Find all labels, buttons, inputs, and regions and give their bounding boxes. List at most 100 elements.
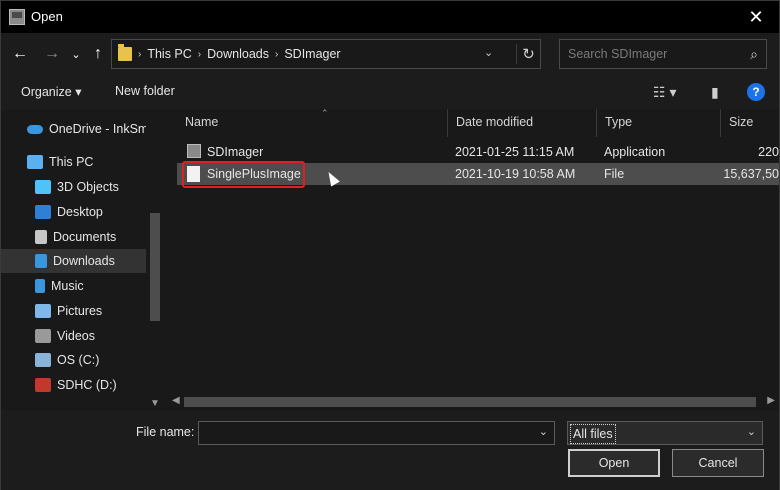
column-header-label: Date modified <box>456 115 534 129</box>
dialog-footer: File name: ⌄ All files ⌄ Open Cancel <box>1 411 779 490</box>
title-bar: Open ✕ <box>1 1 779 33</box>
drive-icon <box>35 353 51 367</box>
navigation-bar: ← → ⌄ ↑ › This PC › Downloads › SDImager… <box>1 33 779 75</box>
sidebar-item-label: Documents <box>53 230 117 244</box>
column-header-date-modified[interactable]: Date modified <box>448 109 597 137</box>
new-folder-button[interactable]: New folder <box>115 84 175 98</box>
command-toolbar: Organize ▾ New folder ☷ ▾ ▮ ? <box>1 75 779 109</box>
folder-icon <box>118 44 132 61</box>
sidebar-item-onedrive[interactable]: OneDrive - InkSm <box>1 117 146 141</box>
breadcrumb-sdimager[interactable]: SDImager <box>284 47 340 61</box>
download-icon <box>35 254 47 268</box>
close-button[interactable]: ✕ <box>733 1 779 33</box>
file-type-filter-select[interactable]: All files ⌄ <box>567 421 763 445</box>
column-header-name[interactable]: ⌃ Name <box>177 109 448 137</box>
file-size: 15,637,50 <box>723 167 779 181</box>
column-header-label: Type <box>605 115 633 129</box>
sidebar-item-label: OneDrive - InkSm <box>49 122 146 136</box>
address-dropdown-icon[interactable]: ⌄ <box>484 46 493 59</box>
cloud-icon <box>27 124 43 134</box>
scroll-down-icon[interactable]: ▼ <box>150 398 160 409</box>
sidebar-item-label: Pictures <box>57 304 103 318</box>
scrollbar-thumb[interactable] <box>184 397 756 407</box>
chevron-right-icon: › <box>197 48 202 60</box>
computer-icon <box>27 155 43 169</box>
scroll-left-icon[interactable]: ◀ <box>172 395 180 406</box>
sidebar-item-desktop[interactable]: Desktop <box>1 200 146 224</box>
column-header-size[interactable]: Size <box>721 109 779 137</box>
refresh-icon[interactable]: ↻ <box>516 44 540 64</box>
column-header-label: Size <box>729 115 754 129</box>
sidebar-item-pictures[interactable]: Pictures <box>1 299 146 323</box>
file-date: 2021-01-25 11:15 AM <box>455 145 575 159</box>
up-arrow-icon[interactable]: ↑ <box>87 43 109 65</box>
sidebar-item-label: This PC <box>49 155 94 169</box>
breadcrumb-downloads[interactable]: Downloads <box>207 47 269 61</box>
file-type: Application <box>604 145 666 159</box>
file-name: SDImager <box>207 145 264 159</box>
search-input[interactable]: Search SDImager ⌕ <box>559 39 767 69</box>
back-arrow-icon[interactable]: ← <box>9 43 31 65</box>
forward-arrow-icon[interactable]: → <box>41 43 63 65</box>
desktop-icon <box>35 205 51 219</box>
sidebar-item-label: SDHC (D:) <box>57 378 117 392</box>
sidebar-item-downloads[interactable]: Downloads <box>1 249 146 273</box>
selection-highlight-box <box>182 161 305 188</box>
navigation-scrollbar[interactable]: ▼ <box>148 109 162 411</box>
document-icon <box>35 230 47 244</box>
chevron-right-icon: › <box>274 48 279 60</box>
file-date: 2021-10-19 10:58 AM <box>455 167 576 181</box>
sidebar-item-music[interactable]: Music <box>1 274 146 298</box>
cube-icon <box>35 180 51 194</box>
window-title: Open <box>31 9 63 24</box>
file-row-sdimager[interactable]: SDImager 2021-01-25 11:15 AM Application… <box>177 141 779 163</box>
search-placeholder: Search SDImager <box>568 47 668 61</box>
sidebar-item-label: Videos <box>57 329 95 343</box>
sidebar-item-label: Desktop <box>57 205 103 219</box>
sidebar-item-3d-objects[interactable]: 3D Objects <box>1 175 146 199</box>
sidebar-item-label: 3D Objects <box>57 180 119 194</box>
pictures-icon <box>35 304 51 318</box>
recent-locations-chevron-icon[interactable]: ⌄ <box>65 43 87 65</box>
sidebar-item-label: OS (C:) <box>57 353 100 367</box>
change-view-icon[interactable]: ☷ ▾ <box>653 84 676 101</box>
column-header-label: Name <box>185 115 219 129</box>
file-name-label: File name: <box>136 425 195 439</box>
navigation-pane: OneDrive - InkSm This PC 3D Objects Desk… <box>1 109 164 411</box>
open-dialog: Open ✕ ← → ⌄ ↑ › This PC › Downloads › S… <box>0 0 780 490</box>
chevron-down-icon[interactable]: ⌄ <box>747 425 756 438</box>
file-type-filter-value: All files <box>570 424 616 444</box>
sidebar-item-sdhc-d[interactable]: SDHC (D:) <box>1 373 146 397</box>
sidebar-item-videos[interactable]: Videos <box>1 324 146 348</box>
horizontal-scrollbar[interactable]: ◀ ▶ <box>164 393 779 411</box>
sd-card-icon <box>35 378 51 392</box>
sidebar-item-documents[interactable]: Documents <box>1 225 146 249</box>
file-type: File <box>604 167 625 181</box>
sidebar-item-label: Downloads <box>53 254 115 268</box>
open-button[interactable]: Open <box>568 449 660 477</box>
sidebar-item-os-c[interactable]: OS (C:) <box>1 348 146 372</box>
search-icon: ⌕ <box>750 46 758 62</box>
cancel-button[interactable]: Cancel <box>672 449 764 477</box>
video-icon <box>35 329 51 343</box>
scrollbar-thumb[interactable] <box>150 213 160 321</box>
column-header-type[interactable]: Type <box>597 109 721 137</box>
music-icon <box>35 279 45 293</box>
sidebar-item-label: Music <box>51 279 84 293</box>
chevron-down-icon[interactable]: ⌄ <box>539 425 548 438</box>
application-icon <box>187 144 201 158</box>
breadcrumb-this-pc[interactable]: This PC <box>147 47 191 61</box>
sort-ascending-icon: ⌃ <box>321 109 329 118</box>
help-icon[interactable]: ? <box>747 83 765 101</box>
sidebar-item-this-pc[interactable]: This PC <box>1 150 146 174</box>
address-bar[interactable]: › This PC › Downloads › SDImager ⌄ ↻ <box>111 39 541 69</box>
file-name-input[interactable]: ⌄ <box>198 421 555 445</box>
preview-pane-icon[interactable]: ▮ <box>711 84 719 101</box>
organize-button[interactable]: Organize ▾ <box>21 84 81 99</box>
breadcrumb: › This PC › Downloads › SDImager <box>138 47 341 61</box>
file-size: 220 <box>758 145 779 159</box>
chevron-right-icon: › <box>138 48 142 60</box>
scroll-right-icon[interactable]: ▶ <box>767 395 775 406</box>
app-icon <box>9 9 25 25</box>
file-list: ⌃ Name Date modified Type Size SDImager … <box>164 109 779 411</box>
